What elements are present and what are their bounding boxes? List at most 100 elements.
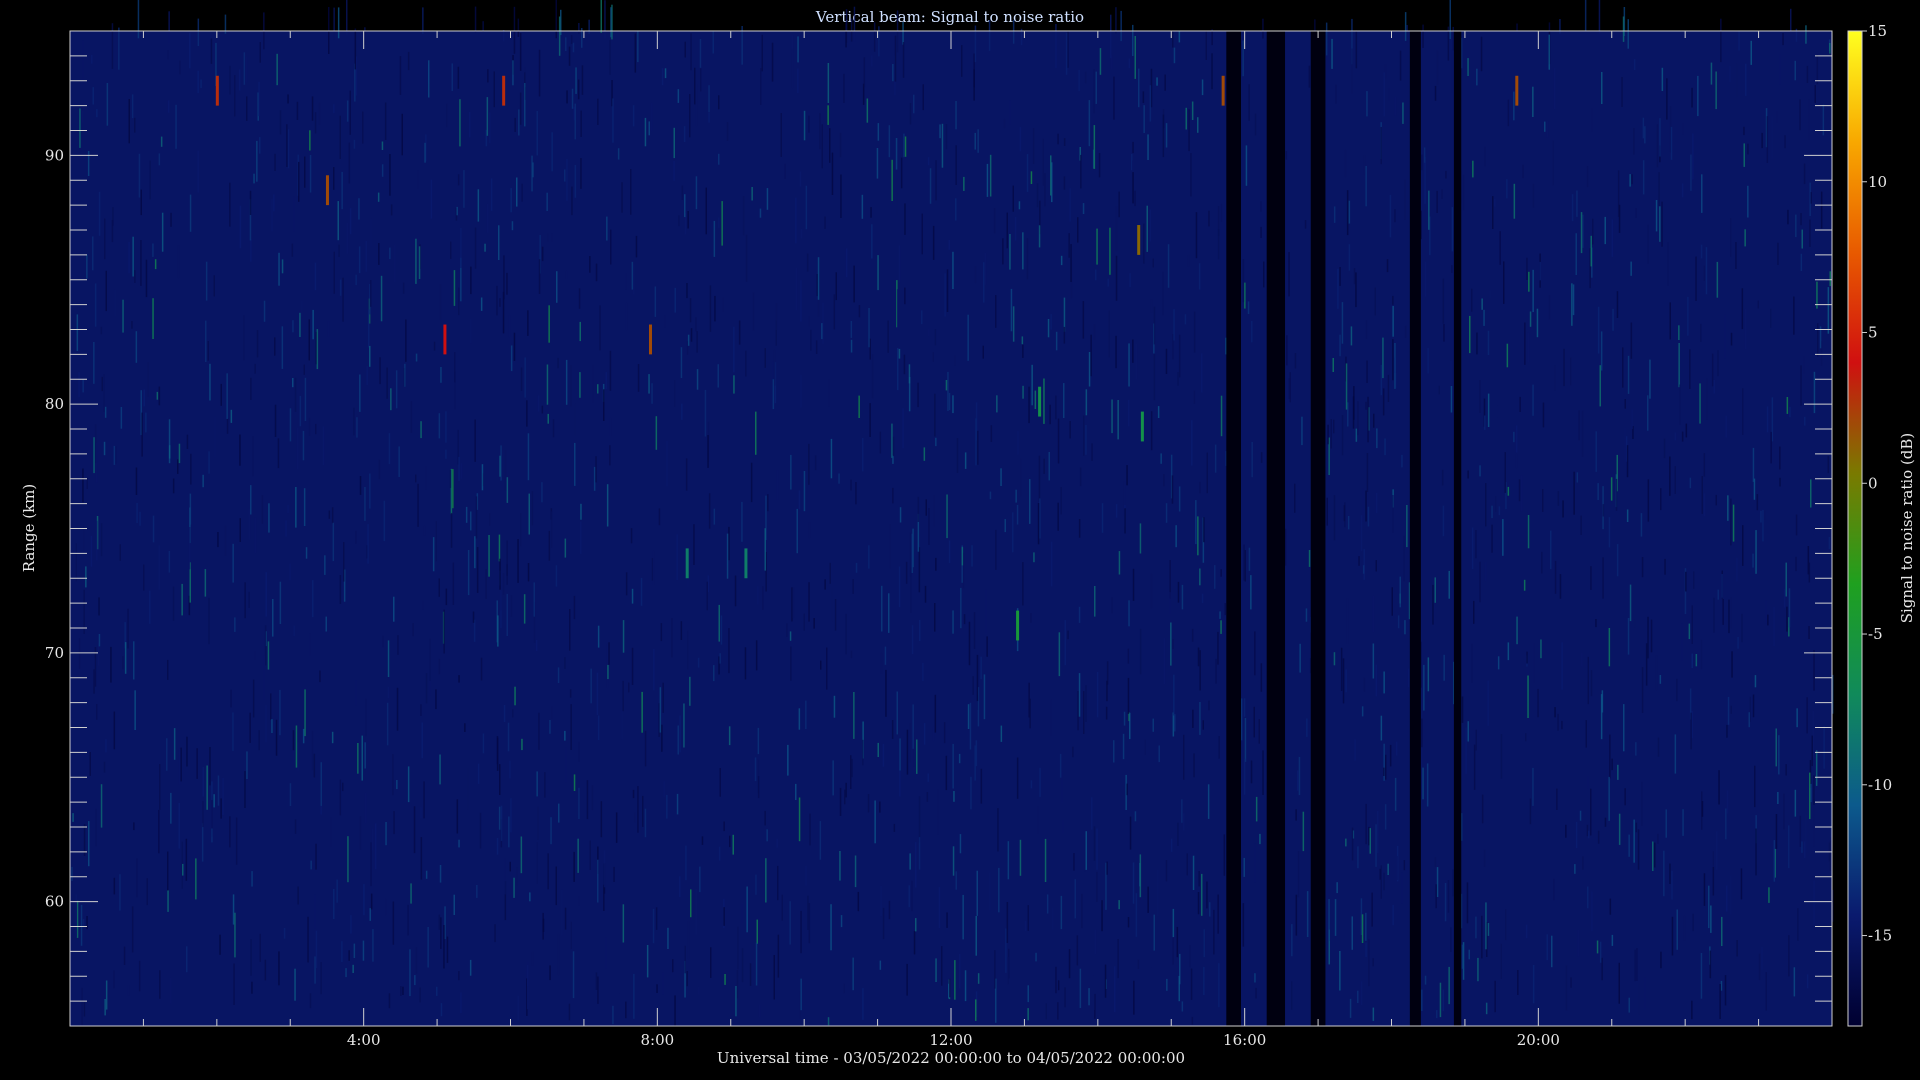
noise-streak [1101,503,1104,533]
noise-streak [1700,953,1703,999]
noise-streak [82,379,84,393]
snr-chart: Vertical beam: Signal to noise ratio 4:0… [20,0,1916,1067]
noise-streak [1810,192,1812,204]
noise-streak [1622,16,1625,42]
noise-streak [1487,923,1490,936]
noise-streak [513,6,516,54]
noise-streak [302,430,305,461]
noise-streak [1044,838,1047,882]
noise-streak [551,233,553,242]
noise-streak [1627,618,1630,655]
noise-streak [1255,987,1257,999]
noise-streak [425,466,427,490]
noise-streak [1325,22,1328,56]
noise-streak [296,101,299,120]
noise-streak [229,182,231,227]
noise-streak [1711,353,1714,387]
noise-streak [512,60,514,86]
noise-streak [1810,479,1812,508]
noise-streak [1813,775,1815,805]
noise-streak [264,959,267,981]
noise-streak [172,478,175,494]
noise-streak [1348,200,1351,224]
noise-streak [1024,921,1027,931]
noise-streak [1584,0,1587,32]
noise-streak [527,563,530,582]
noise-streak [904,203,906,235]
noise-streak [939,124,941,139]
noise-streak [1373,413,1375,428]
noise-streak [320,962,322,995]
noise-streak [1552,140,1554,186]
noise-streak [721,201,723,246]
noise-streak [1471,527,1474,569]
noise-streak [1175,525,1177,548]
noise-streak [337,7,340,39]
noise-streak [537,806,539,840]
noise-streak [1800,253,1803,271]
noise-streak [1207,784,1210,819]
noise-streak [308,417,311,436]
noise-streak [935,958,937,982]
noise-streak [671,618,673,658]
noise-streak [756,919,758,944]
noise-streak [845,782,847,798]
noise-streak [363,884,365,916]
noise-streak [1375,824,1377,867]
noise-streak [371,828,374,851]
noise-streak [1076,935,1079,966]
noise-streak [1401,872,1403,904]
noise-streak [1681,183,1684,198]
noise-streak [1115,7,1117,34]
noise-streak [828,379,830,407]
noise-streak [1260,452,1263,463]
noise-streak [934,329,937,346]
noise-streak [1754,675,1757,688]
noise-streak [603,850,606,888]
noise-streak [941,123,944,168]
noise-streak [933,495,935,527]
noise-streak [1616,544,1619,577]
noise-streak [1260,226,1262,238]
noise-streak [1659,118,1661,157]
noise-streak [1250,760,1253,784]
noise-streak [1016,757,1019,799]
noise-streak [646,945,649,978]
data-gap-band [1226,31,1241,1026]
noise-streak [962,894,964,940]
noise-streak [666,441,668,487]
noise-streak [1730,705,1732,714]
noise-streak [1773,840,1776,882]
noise-streak [590,668,592,704]
noise-streak [244,582,246,619]
echo-mark [215,75,219,106]
noise-streak [166,738,168,771]
noise-streak [775,303,778,331]
noise-streak [474,6,477,33]
noise-streak [1217,631,1219,665]
noise-streak [93,437,95,474]
noise-streak [1368,939,1370,987]
noise-streak [558,16,561,56]
noise-streak [337,201,339,241]
noise-streak [1294,353,1297,369]
noise-streak [1788,935,1790,977]
noise-streak [410,401,413,433]
noise-streak [1709,950,1712,979]
noise-streak [1030,780,1033,789]
noise-streak [278,252,280,286]
noise-streak [1422,767,1424,800]
noise-streak [1401,454,1403,468]
noise-streak [1795,556,1797,572]
noise-streak [1679,384,1681,425]
noise-streak [1107,278,1109,287]
noise-streak [798,708,801,730]
noise-streak [196,748,198,779]
noise-streak [267,641,270,670]
noise-streak [699,39,702,68]
noise-streak [473,619,476,642]
noise-streak [1717,350,1719,377]
noise-streak [547,233,549,242]
noise-streak [1829,43,1831,54]
noise-streak [789,631,792,641]
